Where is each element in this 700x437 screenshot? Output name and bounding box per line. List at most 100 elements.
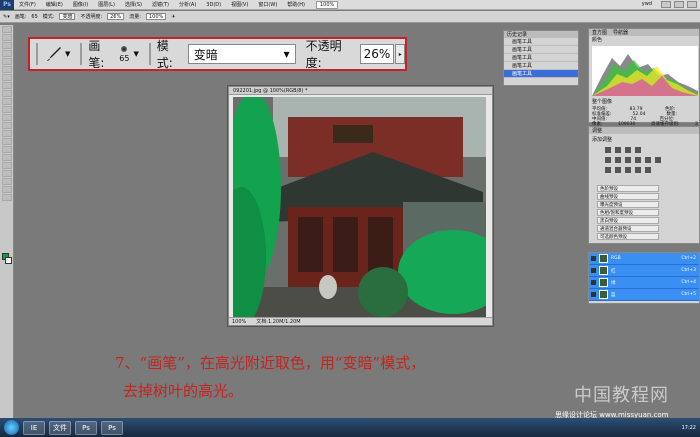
close-icon[interactable] xyxy=(687,1,697,8)
3d-rotate-tool-icon[interactable] xyxy=(2,170,12,177)
brush-size[interactable]: 65 xyxy=(31,14,37,20)
crop-tool-icon[interactable] xyxy=(2,58,12,65)
healing-tool-icon[interactable] xyxy=(2,74,12,81)
gradient-map-icon[interactable] xyxy=(635,167,641,173)
histogram-channel-select[interactable]: 颜色 xyxy=(589,36,699,43)
brush-preset-picker[interactable]: 65 xyxy=(119,45,129,63)
menu-window[interactable]: 窗口(W) xyxy=(253,1,282,8)
history-brush-tool-icon[interactable] xyxy=(2,98,12,105)
document-title[interactable]: 092201.jpg @ 100%(RGB/8) * xyxy=(229,87,492,95)
preset-item[interactable]: 黑白预设 xyxy=(597,217,659,224)
visibility-eye-icon[interactable] xyxy=(591,256,596,261)
dodge-tool-icon[interactable] xyxy=(2,130,12,137)
preset-item[interactable]: 色阶预设 xyxy=(597,185,659,192)
menu-file[interactable]: 文件(F) xyxy=(14,1,41,8)
menu-view[interactable]: 视图(V) xyxy=(226,1,253,8)
taskbar-app[interactable]: Ps xyxy=(101,420,123,435)
shape-tool-icon[interactable] xyxy=(2,162,12,169)
minimize-icon[interactable] xyxy=(661,1,671,8)
3d-orbit-tool-icon[interactable] xyxy=(2,178,12,185)
gradient-tool-icon[interactable] xyxy=(2,114,12,121)
posterize-icon[interactable] xyxy=(615,167,621,173)
preset-item[interactable]: 曲线预设 xyxy=(597,193,659,200)
history-row-selected[interactable]: 画笔工具 xyxy=(504,70,578,78)
histogram-source-select[interactable]: 整个图像 xyxy=(589,98,612,105)
maximize-icon[interactable] xyxy=(674,1,684,8)
eraser-tool-icon[interactable] xyxy=(2,106,12,113)
curves-icon[interactable] xyxy=(625,147,631,153)
mode-select[interactable]: 变暗 xyxy=(59,13,76,20)
color-balance-icon[interactable] xyxy=(625,157,631,163)
brightness-icon[interactable] xyxy=(605,147,611,153)
history-tab[interactable]: 历史记录 xyxy=(504,31,578,38)
visibility-eye-icon[interactable] xyxy=(591,268,596,273)
marquee-tool-icon[interactable] xyxy=(2,34,12,41)
brush-tool-icon[interactable]: ✎▾ xyxy=(3,14,10,20)
document-zoom[interactable]: 100% xyxy=(232,319,246,325)
history-row[interactable]: 画笔工具 xyxy=(504,38,578,46)
levels-icon[interactable] xyxy=(615,147,621,153)
preset-item[interactable]: 曝光度预设 xyxy=(597,201,659,208)
document-info[interactable]: 文档:1.20M/1.20M xyxy=(256,318,300,325)
taskbar-app[interactable]: 文件 xyxy=(49,420,71,435)
selective-color-icon[interactable] xyxy=(645,167,651,173)
channel-mixer-icon[interactable] xyxy=(655,157,661,163)
background-color-swatch[interactable] xyxy=(5,257,12,264)
black-white-icon[interactable] xyxy=(635,157,641,163)
menu-3d[interactable]: 3D(D) xyxy=(201,2,226,8)
opacity-field[interactable]: 26% xyxy=(107,13,125,20)
lasso-tool-icon[interactable] xyxy=(2,42,12,49)
tab-histogram[interactable]: 直方图 xyxy=(592,29,607,36)
menu-help[interactable]: 帮助(H) xyxy=(282,1,310,8)
photo-filter-icon[interactable] xyxy=(645,157,651,163)
preset-item[interactable]: 通道混合器预设 xyxy=(597,225,659,232)
brush-icon[interactable] xyxy=(44,43,65,65)
threshold-icon[interactable] xyxy=(625,167,631,173)
menu-image[interactable]: 图像(I) xyxy=(68,1,93,8)
tab-navigator[interactable]: 导航器 xyxy=(613,29,628,36)
menu-analysis[interactable]: 分析(A) xyxy=(174,1,201,8)
chevron-down-icon[interactable]: ▼ xyxy=(133,50,138,58)
airbrush-icon[interactable]: ✈ xyxy=(171,14,175,20)
history-row[interactable]: 画笔工具 xyxy=(504,62,578,70)
flow-field[interactable]: 100% xyxy=(145,13,167,20)
path-select-tool-icon[interactable] xyxy=(2,154,12,161)
opacity-field[interactable]: 26% xyxy=(359,44,395,64)
channel-row[interactable]: RGB Ctrl+2 xyxy=(589,253,699,265)
workspace-label[interactable]: ywd xyxy=(642,1,652,7)
zoom-tool-icon[interactable] xyxy=(2,194,12,201)
hue-saturation-icon[interactable] xyxy=(615,157,621,163)
taskbar-app[interactable]: Ps xyxy=(75,420,97,435)
channel-row[interactable]: 红 Ctrl+3 xyxy=(589,265,699,277)
pen-tool-icon[interactable] xyxy=(2,138,12,145)
blur-tool-icon[interactable] xyxy=(2,122,12,129)
start-button-icon[interactable] xyxy=(4,420,19,435)
invert-icon[interactable] xyxy=(605,167,611,173)
hand-tool-icon[interactable] xyxy=(2,186,12,193)
opacity-slider-button[interactable]: ▸ xyxy=(395,44,406,64)
channel-row[interactable]: 蓝 Ctrl+5 xyxy=(589,289,699,301)
adjustments-tab[interactable]: 调整 xyxy=(589,127,699,134)
document-canvas[interactable] xyxy=(233,97,486,317)
brush-tool-icon[interactable] xyxy=(2,82,12,89)
quick-select-tool-icon[interactable] xyxy=(2,50,12,57)
menu-filter[interactable]: 滤镜(T) xyxy=(147,1,174,8)
zoom-level-dropdown[interactable]: 100% xyxy=(315,0,339,9)
taskbar-app[interactable]: IE xyxy=(23,420,45,435)
chevron-down-icon[interactable]: ▼ xyxy=(65,50,70,58)
channel-row[interactable]: 绿 Ctrl+4 xyxy=(589,277,699,289)
menu-layer[interactable]: 图层(L) xyxy=(93,1,120,8)
eyedropper-tool-icon[interactable] xyxy=(2,66,12,73)
history-row[interactable]: 画笔工具 xyxy=(504,46,578,54)
exposure-icon[interactable] xyxy=(635,147,641,153)
visibility-eye-icon[interactable] xyxy=(591,292,596,297)
move-tool-icon[interactable] xyxy=(2,26,12,33)
preset-item[interactable]: 可选颜色预设 xyxy=(597,233,659,240)
menu-select[interactable]: 选择(S) xyxy=(120,1,147,8)
preset-item[interactable]: 色相/饱和度预设 xyxy=(597,209,659,216)
clone-tool-icon[interactable] xyxy=(2,90,12,97)
history-row[interactable]: 画笔工具 xyxy=(504,54,578,62)
vibrance-icon[interactable] xyxy=(605,157,611,163)
menu-edit[interactable]: 编辑(E) xyxy=(41,1,68,8)
type-tool-icon[interactable] xyxy=(2,146,12,153)
